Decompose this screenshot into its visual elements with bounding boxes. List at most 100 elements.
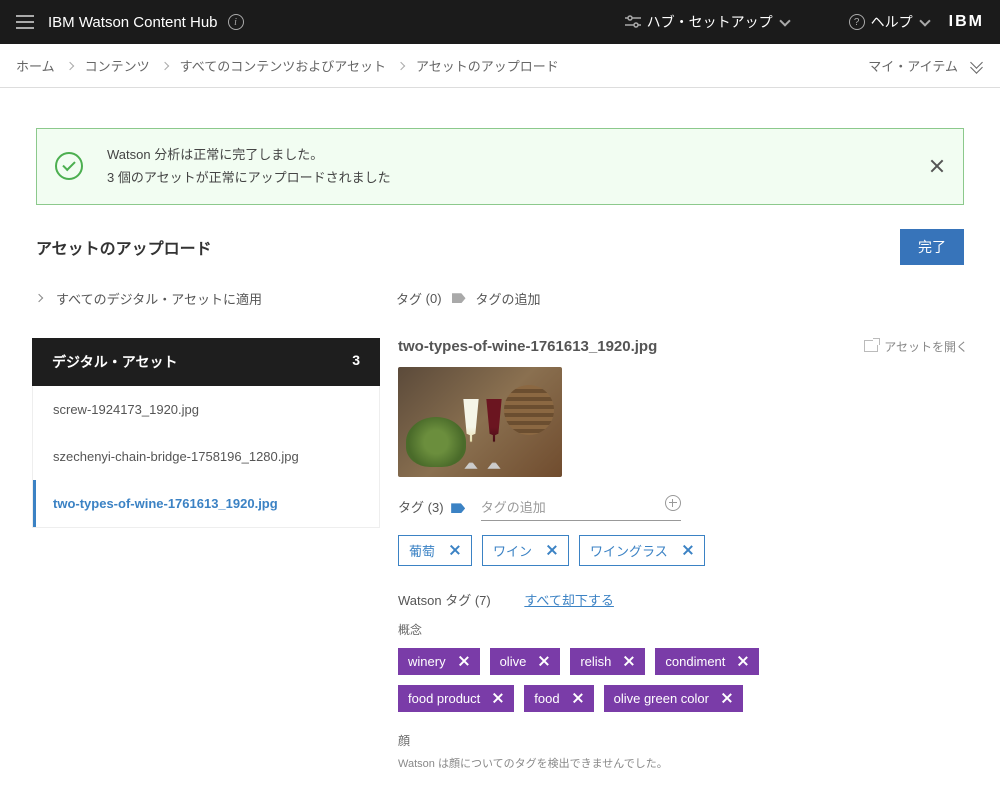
tags-count: (3) xyxy=(428,500,444,515)
remove-tag-icon[interactable] xyxy=(458,655,470,667)
watson-chip-label: olive green color xyxy=(614,691,709,706)
watson-chip: food xyxy=(524,685,593,712)
watson-chip: food product xyxy=(398,685,514,712)
info-icon[interactable]: i xyxy=(228,14,244,30)
open-asset-link[interactable]: アセットを開く xyxy=(864,338,968,355)
double-chevron-down-icon xyxy=(972,60,984,72)
chevron-right-icon xyxy=(65,61,73,69)
page-title: アセットのアップロード xyxy=(36,235,212,259)
remove-tag-icon[interactable] xyxy=(492,692,504,704)
face-label: 顔 xyxy=(398,732,968,749)
apply-all-row: すべてのデジタル・アセットに適用 タグ (0) タグの追加 xyxy=(20,289,980,338)
watson-tags-row: Watson タグ (7) すべて却下する xyxy=(398,590,968,609)
tags-label: タグ xyxy=(396,289,422,308)
chevron-down-icon xyxy=(919,15,930,26)
chevron-right-icon xyxy=(397,61,405,69)
add-tag-link[interactable]: タグの追加 xyxy=(476,289,541,308)
sidebar-item[interactable]: szechenyi-chain-bridge-1758196_1280.jpg xyxy=(33,433,379,480)
tag-chip: 葡萄 xyxy=(398,535,472,566)
my-items-menu[interactable]: マイ・アイテム xyxy=(868,56,984,75)
asset-filename: two-types-of-wine-1761613_1920.jpg xyxy=(398,338,657,355)
apply-all-toggle[interactable]: すべてのデジタル・アセットに適用 xyxy=(36,289,396,308)
asset-thumbnail[interactable] xyxy=(398,367,562,477)
add-tag-input[interactable]: タグの追加 xyxy=(481,493,681,521)
detail-header-row: two-types-of-wine-1761613_1920.jpg アセットを… xyxy=(398,338,968,355)
sidebar-item[interactable]: screw-1924173_1920.jpg xyxy=(33,386,379,433)
remove-tag-icon[interactable] xyxy=(623,655,635,667)
remove-tag-icon[interactable] xyxy=(572,692,584,704)
help-label: ヘルプ xyxy=(871,12,913,32)
toast-line-1: Watson 分析は正常に完了しました。 xyxy=(107,143,929,166)
breadcrumb-bar: ホーム コンテンツ すべてのコンテンツおよびアセット アセットのアップロード マ… xyxy=(0,44,1000,88)
toast-line-2: 3 個のアセットが正常にアップロードされました xyxy=(107,166,929,189)
watson-chip: winery xyxy=(398,648,480,675)
ibm-logo: IBM xyxy=(949,13,984,31)
breadcrumb-home[interactable]: ホーム xyxy=(16,56,55,75)
menu-icon[interactable] xyxy=(16,15,34,29)
help-icon: ? xyxy=(849,14,865,30)
success-check-icon xyxy=(55,152,83,180)
done-button[interactable]: 完了 xyxy=(900,229,964,265)
add-tag-placeholder: タグの追加 xyxy=(481,500,546,515)
watson-tags-label: Watson タグ xyxy=(398,593,471,608)
breadcrumb-upload[interactable]: アセットのアップロード xyxy=(416,56,559,75)
watson-chip: condiment xyxy=(655,648,759,675)
hub-setup-label: ハブ・セットアップ xyxy=(647,12,773,32)
sidebar-list: screw-1924173_1920.jpg szechenyi-chain-b… xyxy=(32,386,380,528)
watson-tags-2: food product food olive green color xyxy=(398,685,968,712)
hub-setup-menu[interactable]: ハブ・セットアップ xyxy=(625,12,789,32)
chevron-right-icon xyxy=(35,294,43,302)
page-title-row: アセットのアップロード 完了 xyxy=(20,229,980,289)
detail-panel: two-types-of-wine-1761613_1920.jpg アセットを… xyxy=(380,338,968,768)
breadcrumb-content[interactable]: コンテンツ xyxy=(85,56,150,75)
watson-tags-1: winery olive relish condiment xyxy=(398,648,968,675)
toast-message: Watson 分析は正常に完了しました。 3 個のアセットが正常にアップロードさ… xyxy=(107,143,929,190)
tag-chip-label: ワイングラス xyxy=(590,541,668,560)
page-content: Watson 分析は正常に完了しました。 3 個のアセットが正常にアップロードさ… xyxy=(0,88,1000,793)
open-asset-label: アセットを開く xyxy=(884,338,968,355)
chevron-down-icon xyxy=(779,15,790,26)
plus-icon[interactable] xyxy=(665,495,681,511)
watson-chip-label: relish xyxy=(580,654,611,669)
watson-chip-label: food xyxy=(534,691,559,706)
reject-all-link[interactable]: すべて却下する xyxy=(524,593,614,608)
sidebar: デジタル・アセット 3 screw-1924173_1920.jpg szech… xyxy=(32,338,380,768)
tags-count: (0) xyxy=(426,291,442,306)
sliders-icon xyxy=(625,15,641,29)
breadcrumb-all[interactable]: すべてのコンテンツおよびアセット xyxy=(180,56,386,75)
tag-chip-label: ワイン xyxy=(493,541,532,560)
chevron-right-icon xyxy=(160,61,168,69)
watson-chip-label: winery xyxy=(408,654,446,669)
tag-icon xyxy=(452,293,466,303)
remove-tag-icon[interactable] xyxy=(546,544,558,556)
app-title: IBM Watson Content Hub xyxy=(48,14,218,31)
remove-tag-icon[interactable] xyxy=(721,692,733,704)
tags-label: タグ xyxy=(398,500,424,515)
remove-tag-icon[interactable] xyxy=(449,544,461,556)
close-icon[interactable] xyxy=(929,158,945,174)
watson-chip-label: olive xyxy=(500,654,527,669)
success-toast: Watson 分析は正常に完了しました。 3 個のアセットが正常にアップロードさ… xyxy=(36,128,964,205)
my-items-label: マイ・アイテム xyxy=(868,56,958,75)
remove-tag-icon[interactable] xyxy=(737,655,749,667)
open-external-icon xyxy=(864,340,878,352)
top-toolbar: IBM Watson Content Hub i ハブ・セットアップ ? ヘルプ… xyxy=(0,0,1000,44)
tag-icon xyxy=(451,503,465,513)
apply-all-label: すべてのデジタル・アセットに適用 xyxy=(56,289,262,308)
watson-chip-label: food product xyxy=(408,691,480,706)
tags-section: タグ (3) タグの追加 xyxy=(398,493,968,521)
remove-tag-icon[interactable] xyxy=(682,544,694,556)
sidebar-header: デジタル・アセット 3 xyxy=(32,338,380,386)
watson-chip-label: condiment xyxy=(665,654,725,669)
sidebar-count: 3 xyxy=(352,352,360,372)
concept-label: 概念 xyxy=(398,621,968,638)
help-menu[interactable]: ? ヘルプ xyxy=(849,12,929,32)
sidebar-item-selected[interactable]: two-types-of-wine-1761613_1920.jpg xyxy=(33,480,379,527)
watson-tags-count: (7) xyxy=(475,593,491,608)
tag-chip-label: 葡萄 xyxy=(409,541,435,560)
remove-tag-icon[interactable] xyxy=(538,655,550,667)
face-message: Watson は顔についてのタグを検出できませんでした。 xyxy=(398,755,968,768)
tag-chip: ワイン xyxy=(482,535,569,566)
tag-chip: ワイングラス xyxy=(579,535,705,566)
main-area: デジタル・アセット 3 screw-1924173_1920.jpg szech… xyxy=(20,338,980,768)
